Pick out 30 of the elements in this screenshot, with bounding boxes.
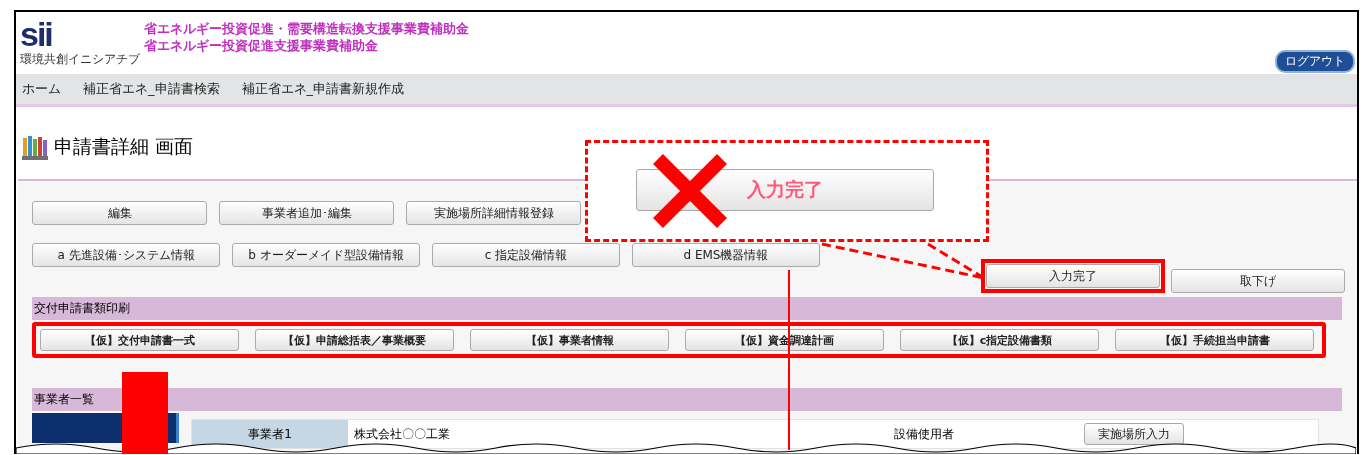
action-button[interactable]: 入力完了 — [986, 264, 1160, 288]
table-cell: 事業者1 — [192, 420, 348, 448]
page-title: 申請書詳細 画面 — [54, 134, 194, 159]
action-button[interactable]: c 指定設備情報 — [432, 243, 620, 267]
print-button[interactable]: 【仮】手続担当申請書 — [1115, 329, 1314, 351]
books-icon — [22, 134, 48, 160]
logout-button[interactable]: ログアウト — [1275, 50, 1355, 73]
site-title: 省エネルギー投資促進支援事業費補助金 — [144, 37, 379, 54]
print-button[interactable]: 【仮】交付申請書一式 — [40, 329, 239, 351]
action-button[interactable]: 取下げ — [1171, 269, 1345, 293]
site-title: 省エネルギー投資促進・需要構造転換支援事業費補助金 — [144, 20, 469, 37]
site-input-button[interactable]: 実施場所入力 — [1084, 423, 1184, 445]
action-button[interactable]: d EMS機器情報 — [632, 243, 820, 267]
action-button[interactable]: 編集 — [32, 201, 207, 225]
action-button[interactable]: 実施場所詳細情報登録 — [406, 201, 581, 225]
print-button[interactable]: 【仮】c指定設備書類 — [900, 329, 1099, 351]
section-header: 事業者一覧 — [32, 388, 1342, 411]
action-button[interactable]: b オーダーメイド型設備情報 — [232, 243, 420, 267]
logo: sii — [20, 16, 53, 52]
section-header: 交付申請書類印刷 — [32, 297, 1342, 320]
print-button[interactable]: 【仮】申請総括表／事業概要 — [255, 329, 454, 351]
role-label: 設備使用者 — [894, 425, 955, 443]
logo-caption: 環境共創イニシアチブ — [20, 52, 140, 66]
action-button[interactable]: a 先進設備･システム情報 — [32, 243, 220, 267]
nav-link[interactable]: ホーム — [22, 80, 61, 98]
print-button[interactable]: 【仮】事業者情報 — [470, 329, 669, 351]
action-button[interactable]: 事業者追加･編集 — [219, 201, 394, 225]
nav-link[interactable]: 補正省エネ_申請書新規作成 — [241, 80, 404, 98]
company-name: 株式会社〇〇工業 — [354, 425, 451, 443]
nav-link[interactable]: 補正省エネ_申請書検索 — [83, 80, 220, 98]
